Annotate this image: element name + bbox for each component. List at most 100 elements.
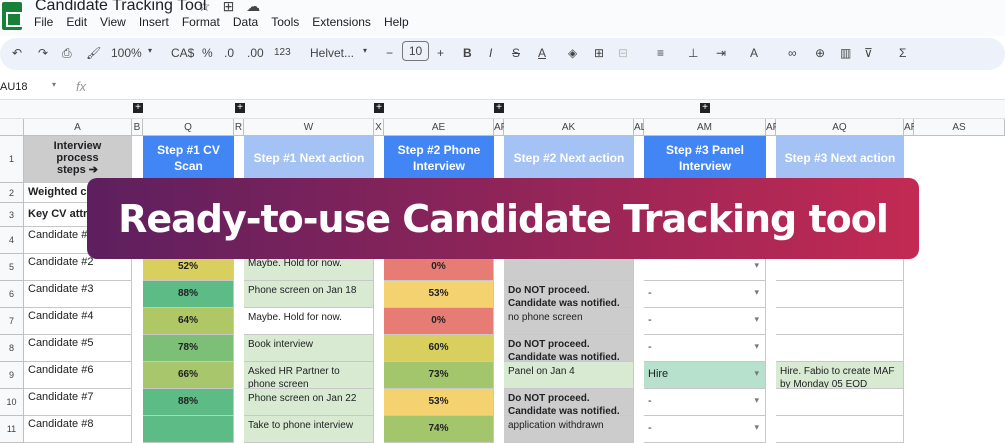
menu-extensions[interactable]: Extensions [312,15,371,29]
horizontal-align-icon[interactable]: ≡ [657,46,664,60]
expand-group-icon[interactable]: + [700,103,710,113]
menu-edit[interactable]: Edit [66,15,87,29]
candidate-name[interactable]: Candidate #8 [24,416,132,443]
menu-help[interactable]: Help [384,15,409,29]
step-header-next-action-1[interactable]: Step #1 Next action [244,136,374,180]
row-header-10[interactable]: 10 [0,389,24,416]
column-header-ak[interactable]: AK [504,119,634,136]
column-header-x[interactable]: X [374,119,384,136]
menu-tools[interactable]: Tools [271,15,299,29]
phone-interview-score[interactable]: 53% [384,281,494,308]
increase-decimal-button[interactable]: .00 [247,46,264,60]
phone-interview-score[interactable]: 74% [384,416,494,443]
candidate-name[interactable]: Candidate #3 [24,281,132,308]
column-header-r[interactable]: R [234,119,244,136]
panel-decision-dropdown[interactable]: - [644,389,766,416]
sheets-logo-icon[interactable] [2,2,22,30]
phone-interview-score[interactable]: 53% [384,389,494,416]
insert-link-icon[interactable]: ∞ [788,46,797,60]
next-action-note[interactable]: Asked HR Partner to phone screen [244,362,374,389]
column-header-aq[interactable]: AQ [776,119,904,136]
borders-icon[interactable]: ⊞ [594,46,604,60]
step-header-cv-scan[interactable]: Step #1 CV Scan [143,136,234,180]
font-size-increase-icon[interactable]: + [437,46,444,60]
spreadsheet-grid[interactable]: + + + + + A B Q R W X AE AF AK AL AM AP … [0,100,1005,443]
cv-scan-score[interactable] [143,416,234,443]
number-format-button[interactable]: 123 [274,47,291,58]
column-header-ae[interactable]: AE [384,119,494,136]
cv-scan-score[interactable]: 66% [143,362,234,389]
currency-format-button[interactable]: CA$ [171,46,194,60]
bold-icon[interactable]: B [463,46,472,60]
column-header-af[interactable]: AF [494,119,507,136]
move-folder-icon[interactable]: ⊞ [223,0,247,14]
cv-scan-score[interactable]: 88% [143,281,234,308]
row-header-8[interactable]: 8 [0,335,24,362]
panel-decision-dropdown[interactable]: Hire [644,362,766,389]
panel-decision-dropdown[interactable]: - [644,281,766,308]
expand-group-icon[interactable]: + [494,103,504,113]
fill-color-icon[interactable]: ◈ [568,46,577,60]
strikethrough-icon[interactable]: S [512,46,520,60]
step-header-next-action-3[interactable]: Step #3 Next action [776,136,904,180]
menu-format[interactable]: Format [182,15,220,29]
name-box[interactable]: AU18 [0,81,28,93]
text-rotation-icon[interactable]: A [750,46,758,60]
filter-icon[interactable]: ⊽ [864,46,873,60]
functions-icon[interactable]: Σ [899,46,906,60]
percent-format-button[interactable]: % [202,46,213,60]
redo-icon[interactable]: ↷ [38,46,48,60]
next-action-note[interactable] [776,335,904,362]
menu-insert[interactable]: Insert [139,15,169,29]
step-header-panel-interview[interactable]: Step #3 Panel Interview [644,136,766,180]
text-wrapping-icon[interactable]: ⇥ [716,46,726,60]
row-header-5[interactable]: 5 [0,254,24,281]
expand-group-icon[interactable]: + [235,103,245,113]
row-header-9[interactable]: 9 [0,362,24,389]
candidate-name[interactable]: Candidate #6 [24,362,132,389]
next-action-note[interactable]: Do NOT proceed. Candidate was notified. [504,281,634,308]
phone-interview-score[interactable]: 73% [384,362,494,389]
column-header-as[interactable]: AS [914,119,1005,136]
menu-file[interactable]: File [34,15,53,29]
insert-comment-icon[interactable]: ⊕ [815,46,825,60]
print-icon[interactable]: ⎙ [62,46,72,61]
panel-decision-dropdown[interactable]: - [644,308,766,335]
column-header-al[interactable]: AL [634,119,646,136]
star-icon[interactable]: ☆ [198,0,223,14]
next-action-note[interactable] [776,416,904,443]
phone-interview-score[interactable]: 0% [384,308,494,335]
next-action-note[interactable]: application withdrawn [504,416,634,443]
expand-group-icon[interactable]: + [374,103,384,113]
next-action-note[interactable]: Hire. Fabio to create MAF by Monday 05 E… [776,362,904,389]
next-action-note[interactable] [776,308,904,335]
column-header-am[interactable]: AM [644,119,766,136]
next-action-note[interactable]: Book interview [244,335,374,362]
chevron-down-icon[interactable]: ▾ [52,80,56,89]
next-action-note[interactable]: Phone screen on Jan 22 [244,389,374,416]
next-action-note[interactable]: Do NOT proceed. Candidate was notified. [504,335,634,362]
next-action-note[interactable]: Phone screen on Jan 18 [244,281,374,308]
vertical-align-icon[interactable]: ⊥ [688,46,698,60]
text-color-icon[interactable]: A [538,46,546,60]
menu-view[interactable]: View [100,15,126,29]
next-action-note[interactable]: no phone screen [504,308,634,335]
font-select[interactable]: Helvet... [310,46,354,60]
column-header-b[interactable]: B [132,119,143,136]
step-header-next-action-2[interactable]: Step #2 Next action [504,136,634,180]
expand-group-icon[interactable]: + [133,103,143,113]
next-action-note[interactable] [776,281,904,308]
next-action-note[interactable]: Panel on Jan 4 [504,362,634,389]
row-header-7[interactable]: 7 [0,308,24,335]
row-header-2[interactable]: 2 [0,183,24,203]
zoom-select[interactable]: 100% [111,46,142,60]
undo-icon[interactable]: ↶ [12,46,22,60]
cloud-status-icon[interactable]: ☁ [246,0,272,14]
candidate-name[interactable]: Candidate #5 [24,335,132,362]
cv-scan-score[interactable]: 88% [143,389,234,416]
font-size-decrease-icon[interactable]: − [386,46,393,60]
insert-chart-icon[interactable]: ▥ [840,46,851,60]
next-action-note[interactable] [776,389,904,416]
row-header-1[interactable]: 1 [0,136,24,183]
process-steps-label[interactable]: Interview process steps ➔ [24,136,132,183]
